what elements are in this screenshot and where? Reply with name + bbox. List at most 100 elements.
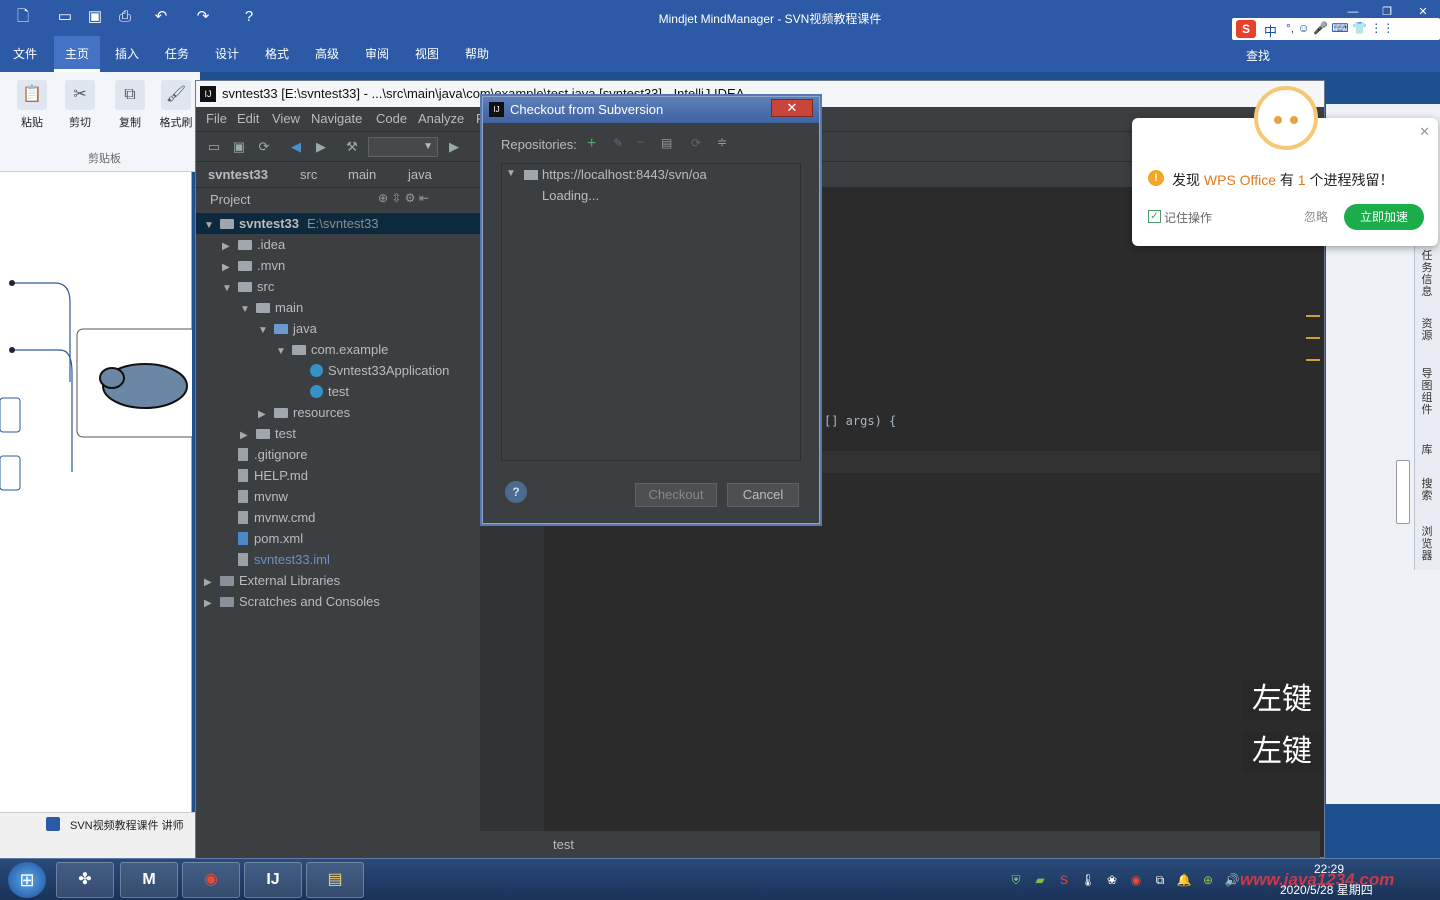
clock-date[interactable]: 2020/5/28 星期四: [1280, 881, 1373, 898]
save-icon[interactable]: ▣: [86, 8, 104, 26]
tree-item[interactable]: ▶ .mvn: [196, 255, 480, 276]
tree-item[interactable]: ▼ src: [196, 276, 480, 297]
expand-arrow-icon[interactable]: ▶: [258, 404, 274, 425]
dialog-close-button[interactable]: ✕: [771, 99, 813, 117]
project-tools-icon[interactable]: ⊕ ⇳ ⚙ ⇤: [378, 191, 429, 205]
start-button[interactable]: ⊞: [8, 862, 46, 898]
mindmap-canvas[interactable]: [0, 172, 198, 812]
tree-item[interactable]: Svntest33Application: [196, 360, 480, 381]
expand-arrow-icon[interactable]: ▶: [222, 236, 238, 257]
menu-review[interactable]: 审阅: [354, 36, 400, 72]
project-view-label[interactable]: Project: [210, 192, 250, 207]
tray-app-icon[interactable]: ❀: [1104, 872, 1120, 888]
intellij-taskbar-icon[interactable]: IJ: [244, 862, 302, 898]
tray-app-icon[interactable]: ⊕: [1200, 872, 1216, 888]
idea-menu-file[interactable]: File: [206, 111, 227, 126]
crumb-project[interactable]: svntest33: [208, 167, 268, 182]
sogou-tray-icon[interactable]: S: [1056, 872, 1072, 888]
open-folder-icon[interactable]: ▭: [206, 139, 222, 155]
expand-arrow-icon[interactable]: ▼: [240, 299, 256, 320]
tab-resources[interactable]: 资源: [1418, 318, 1436, 342]
run-icon[interactable]: ▶: [446, 139, 462, 155]
menu-help[interactable]: 帮助: [454, 36, 500, 72]
run-config-select[interactable]: ▼: [368, 137, 438, 157]
build-icon[interactable]: ⚒: [344, 139, 360, 155]
remember-checkbox[interactable]: ✓: [1148, 210, 1161, 223]
crumb-java[interactable]: java: [408, 167, 432, 182]
expand-arrow-icon[interactable]: ▶: [204, 572, 220, 593]
idea-menu-view[interactable]: View: [272, 111, 300, 126]
crumb-src[interactable]: src: [300, 167, 317, 182]
menu-insert[interactable]: 插入: [104, 36, 150, 72]
undo-icon[interactable]: ↶: [152, 8, 170, 26]
idea-menu-code[interactable]: Code: [376, 111, 407, 126]
remove-repo-icon[interactable]: −: [637, 135, 644, 149]
menu-view[interactable]: 视图: [404, 36, 450, 72]
cut-button[interactable]: ✂ 剪切: [58, 80, 102, 130]
idea-menu-edit[interactable]: Edit: [237, 111, 259, 126]
menu-file[interactable]: 文件: [2, 36, 48, 72]
forward-icon[interactable]: ▶: [313, 139, 329, 155]
back-icon[interactable]: ◀: [288, 139, 304, 155]
tree-item[interactable]: ▼ main: [196, 297, 480, 318]
save-all-icon[interactable]: ▣: [231, 139, 247, 155]
sync-icon[interactable]: ⟳: [256, 139, 272, 155]
expand-arrow-icon[interactable]: ▶: [240, 425, 256, 446]
menu-home[interactable]: 主页: [54, 36, 101, 72]
volume-icon[interactable]: 🔊: [1224, 872, 1240, 888]
cancel-button[interactable]: Cancel: [727, 483, 799, 507]
chrome-taskbar-icon[interactable]: ◉: [182, 862, 240, 898]
notification-icon[interactable]: 🔔: [1176, 872, 1192, 888]
checkout-button[interactable]: Checkout: [635, 483, 717, 507]
menu-design[interactable]: 设计: [204, 36, 250, 72]
tree-item[interactable]: ▶ test: [196, 423, 480, 444]
tree-item[interactable]: HELP.md: [196, 465, 480, 486]
find-label[interactable]: 查找: [1246, 47, 1270, 64]
tree-item[interactable]: ▼ svntest33 E:\svntest33: [196, 213, 480, 234]
idea-menu-analyze[interactable]: Analyze: [418, 111, 464, 126]
tab-browser[interactable]: 浏览器: [1418, 526, 1436, 562]
redo-icon[interactable]: ↷: [194, 8, 212, 26]
doc-tab[interactable]: SVN视频教程课件 讲师: [70, 817, 184, 833]
menu-advanced[interactable]: 高级: [304, 36, 350, 72]
repo-url[interactable]: https://localhost:8443/svn/oa: [542, 167, 707, 182]
ignore-link[interactable]: 忽略: [1304, 208, 1328, 225]
expand-arrow-icon[interactable]: ▼: [276, 341, 292, 362]
tab-task-info[interactable]: 任务信息: [1418, 250, 1436, 298]
nvidia-icon[interactable]: ▰: [1032, 872, 1048, 888]
sogou-icon[interactable]: S: [1236, 20, 1256, 38]
tab-library[interactable]: 库: [1418, 444, 1436, 456]
add-repo-icon[interactable]: +: [587, 135, 596, 153]
tab-search[interactable]: 搜索: [1418, 478, 1436, 502]
idea-menu-navigate[interactable]: Navigate: [311, 111, 362, 126]
tree-item[interactable]: test: [196, 381, 480, 402]
expand-arrow-icon[interactable]: ▼: [258, 320, 274, 341]
status-tab[interactable]: test: [553, 837, 574, 852]
new-doc-icon[interactable]: 🗋: [14, 8, 32, 26]
copy-button[interactable]: ⧉ 复制: [108, 80, 152, 130]
repository-tree[interactable]: ▼ https://localhost:8443/svn/oa Loading.…: [501, 163, 801, 461]
help-button[interactable]: ?: [505, 481, 527, 503]
tree-item[interactable]: svntest33.iml: [196, 549, 480, 570]
tree-item[interactable]: ▶ Scratches and Consoles: [196, 591, 480, 612]
tree-item[interactable]: pom.xml: [196, 528, 480, 549]
refresh-icon[interactable]: ⟳: [691, 136, 701, 150]
menu-format[interactable]: 格式: [254, 36, 300, 72]
tree-item[interactable]: .gitignore: [196, 444, 480, 465]
tree-item[interactable]: ▶ .idea: [196, 234, 480, 255]
mindmanager-taskbar-icon[interactable]: M: [120, 862, 178, 898]
browse-icon[interactable]: ▤: [661, 136, 672, 150]
format-painter-button[interactable]: 🖌 格式刷: [156, 80, 196, 130]
tree-item[interactable]: ▼ java: [196, 318, 480, 339]
network-icon[interactable]: ⧉: [1152, 872, 1168, 888]
expand-arrow-icon[interactable]: ▼: [506, 168, 516, 179]
help-icon[interactable]: ?: [240, 8, 258, 26]
open-icon[interactable]: ▭: [56, 8, 74, 26]
tray-app-icon[interactable]: ◉: [1128, 872, 1144, 888]
tree-item[interactable]: ▼ com.example: [196, 339, 480, 360]
tree-item[interactable]: mvnw: [196, 486, 480, 507]
expand-arrow-icon[interactable]: ▶: [204, 593, 220, 614]
accelerate-button[interactable]: 立即加速: [1344, 204, 1424, 230]
shield-icon[interactable]: ⛨: [1008, 872, 1024, 888]
temperature-icon[interactable]: 🌡: [1080, 872, 1096, 888]
